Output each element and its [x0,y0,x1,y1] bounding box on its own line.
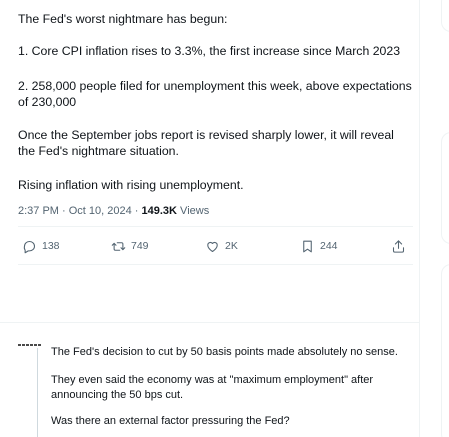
repost-arrows-icon [111,241,126,251]
tweet-text-line: 2. 258,000 people filed for unemployment… [18,79,412,109]
reply-count: 138 [42,240,60,252]
divider [18,264,413,265]
like-button[interactable]: 2K [205,236,238,256]
bookmark-count: 244 [320,240,338,252]
tweet-text-line: 1. Core CPI inflation rises to 3.3%, the… [18,44,401,58]
tweet-timestamp[interactable]: 2:37 PM · Oct 10, 2024 · [18,205,142,217]
sidebar-card-edge [441,264,449,437]
divider [0,322,419,323]
bookmark-icon [303,240,312,252]
main-column-border [419,0,420,437]
thread-line [37,348,38,437]
reply-tweet[interactable]: The Fed's decision to cut by 50 basis po… [0,330,419,437]
reply-text-line: They even said the economy was at "maxim… [51,374,374,401]
reply-text-line: The Fed's decision to cut by 50 basis po… [51,346,398,358]
tweet-text-line: The Fed's worst nightmare has begun: [18,12,228,26]
views-label: Views [177,205,210,217]
heart-icon [207,241,218,252]
repost-button[interactable]: 749 [111,236,149,256]
divider [18,226,413,227]
share-button[interactable] [391,236,406,256]
reply-text-line: Was there an external factor pressuring … [51,415,290,427]
views-count: 149.3K [141,205,177,217]
tweet-text-line: Rising inflation with rising unemploymen… [18,178,244,192]
tweet-metadata: 2:37 PM · Oct 10, 2024 · 149.3K Views [18,204,209,218]
speech-bubble-icon [23,240,35,253]
reply-button[interactable]: 138 [22,236,60,256]
like-count: 2K [225,240,238,252]
tweet-action-bar: 138 749 2K 244 [18,236,413,256]
repost-count: 749 [131,240,149,252]
share-upload-icon [392,239,405,253]
tweet-text-line: Once the September jobs report is revise… [18,128,394,158]
sidebar-card-edge [441,0,449,32]
avatar[interactable] [18,344,44,350]
bookmark-button[interactable]: 244 [300,236,338,256]
sidebar-card-edge [441,132,449,244]
